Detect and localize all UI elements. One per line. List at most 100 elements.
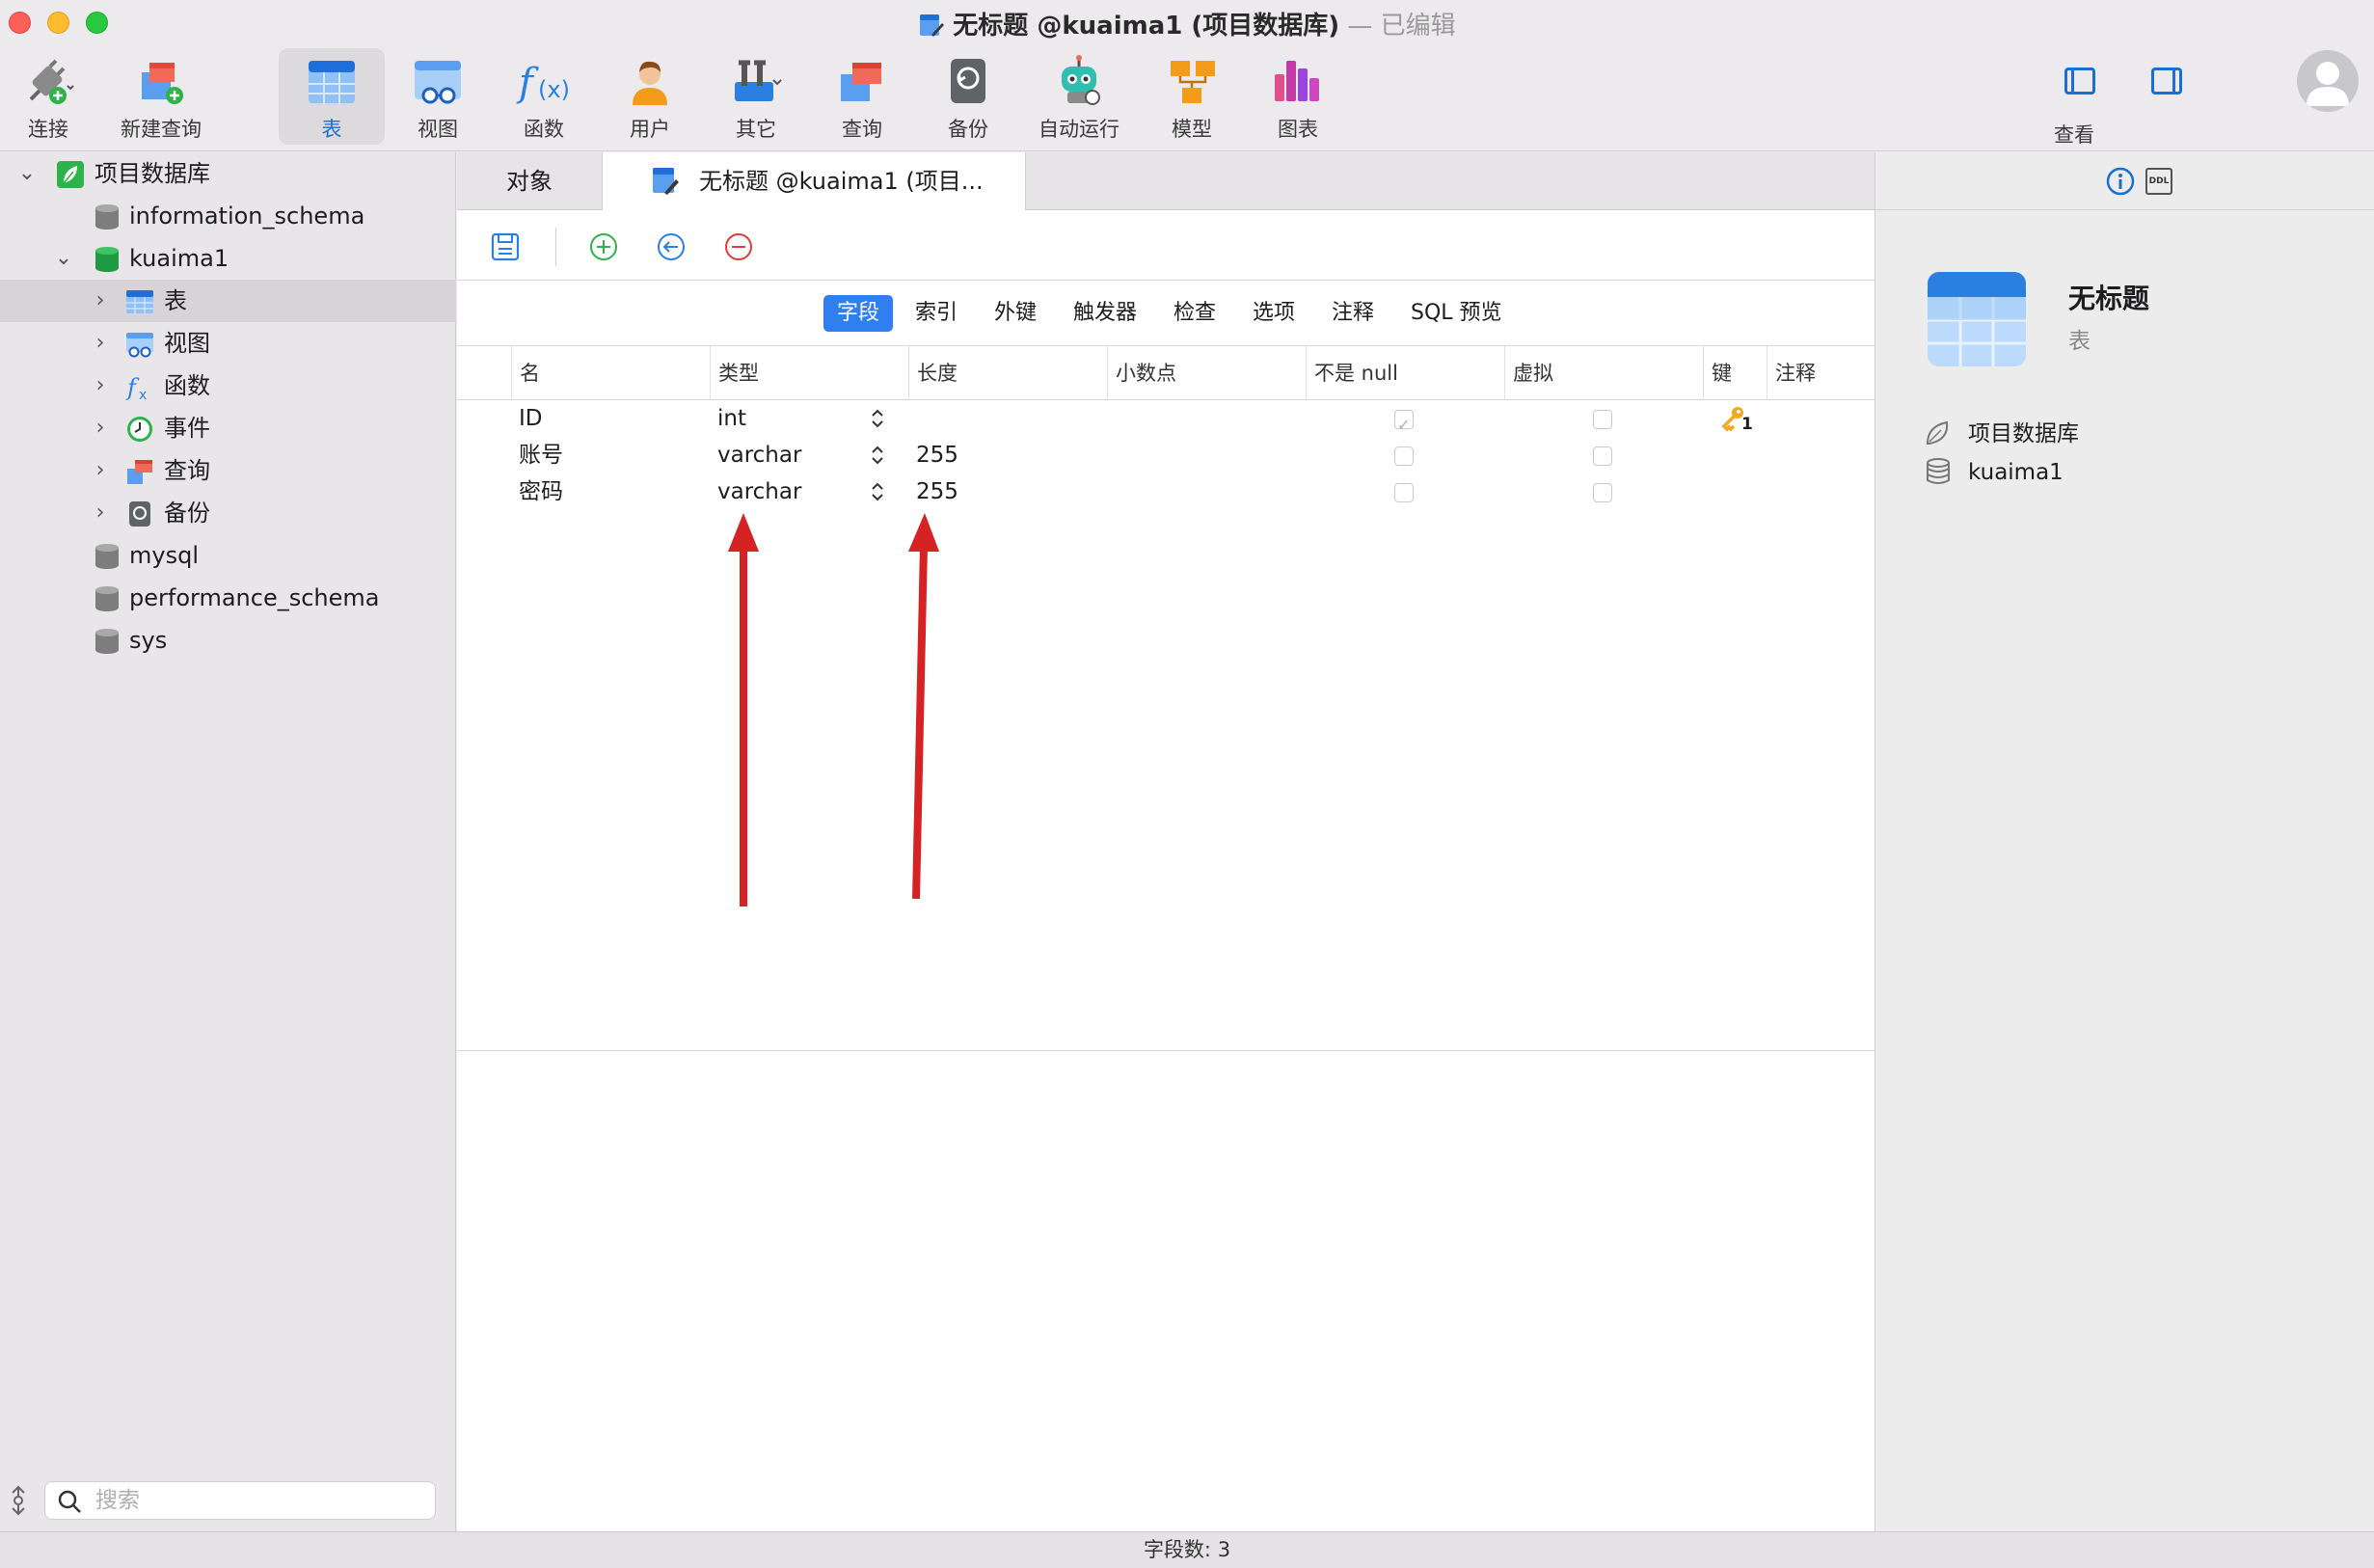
inspector-connection: 项目数据库 — [1924, 415, 2079, 447]
field-name[interactable]: ID — [519, 400, 543, 437]
chevron-right-icon[interactable]: › — [89, 280, 112, 322]
toolbar-other-button[interactable]: 其它 — [703, 48, 809, 145]
field-length[interactable]: 255 — [916, 473, 958, 510]
tab-untitled-table[interactable]: 无标题 @kuaima1 (项目... — [602, 152, 1026, 211]
toolbar-connect-button[interactable]: 连接 — [0, 48, 96, 145]
column-header-comment[interactable]: 注释 — [1767, 346, 1875, 400]
subtab-options[interactable]: 选项 — [1239, 295, 1308, 332]
column-header-key[interactable]: 键 — [1703, 346, 1767, 400]
tree-item-database[interactable]: information_schema — [0, 195, 456, 237]
virtual-checkbox[interactable] — [1593, 446, 1612, 466]
user-avatar[interactable] — [2297, 50, 2359, 112]
grid-divider — [457, 1050, 1875, 1051]
function-icon: f (x) — [516, 61, 570, 105]
not-null-checkbox[interactable] — [1394, 483, 1414, 502]
chevron-right-icon[interactable]: › — [89, 449, 112, 492]
add-field-icon[interactable] — [588, 231, 619, 262]
save-icon[interactable] — [490, 231, 521, 262]
search-input[interactable] — [95, 1486, 423, 1515]
tree-item-database[interactable]: mysql — [0, 534, 456, 577]
field-name[interactable]: 密码 — [519, 473, 563, 510]
chevron-right-icon[interactable]: › — [89, 407, 112, 449]
tree-item-label: kuaima1 — [129, 245, 229, 272]
ddl-icon[interactable]: DDL — [2145, 168, 2172, 195]
table-designer: 字段 索引 外键 触发器 检查 选项 注释 SQL 预览 名 类型 长度 小数点… — [457, 210, 1875, 1531]
tab-objects[interactable]: 对象 — [457, 152, 602, 210]
toolbar-chart-button[interactable]: 图表 — [1245, 48, 1351, 145]
inspector-object-type: 表 — [2068, 329, 2091, 354]
column-header-virtual[interactable]: 虚拟 — [1504, 346, 1703, 400]
backup-icon — [129, 501, 150, 527]
database-gray-icon — [95, 629, 119, 654]
toolbar-table-button[interactable]: 表 — [279, 48, 385, 145]
column-header-decimals[interactable]: 小数点 — [1107, 346, 1306, 400]
database-gray-icon — [95, 586, 119, 611]
type-stepper-icon[interactable] — [870, 441, 885, 470]
info-icon[interactable] — [2105, 166, 2136, 197]
toolbar-backup-button[interactable]: 备份 — [915, 48, 1021, 145]
tree-item-queries[interactable]: › 查询 — [0, 449, 456, 492]
tree-item-database-kuaima1[interactable]: ⌄ kuaima1 — [0, 237, 456, 280]
tab-title: 无标题 @kuaima1 (项目... — [699, 168, 984, 195]
virtual-checkbox[interactable] — [1593, 410, 1612, 429]
tree-item-label: mysql — [129, 542, 199, 569]
subtab-sql-preview[interactable]: SQL 预览 — [1397, 295, 1516, 332]
subtab-indexes[interactable]: 索引 — [902, 295, 971, 332]
sidebar-search[interactable] — [44, 1481, 436, 1520]
toolbar-view-button[interactable]: 视图 — [385, 48, 491, 145]
subtab-triggers[interactable]: 触发器 — [1060, 295, 1150, 332]
tree-item-backups[interactable]: › 备份 — [0, 492, 456, 534]
field-type[interactable]: varchar — [717, 437, 801, 473]
toolbar-query-button[interactable]: 查询 — [809, 48, 915, 145]
toolbar-chart-label: 图表 — [1278, 118, 1318, 141]
database-outline-icon — [1927, 458, 1950, 484]
column-header-length[interactable]: 长度 — [908, 346, 1107, 400]
field-row[interactable]: 账号 varchar 255 — [457, 437, 1875, 473]
subtab-checks[interactable]: 检查 — [1160, 295, 1229, 332]
field-length[interactable]: 255 — [916, 437, 958, 473]
chevron-right-icon[interactable]: › — [89, 492, 112, 534]
filter-options-icon[interactable] — [8, 1485, 29, 1516]
field-row[interactable]: ID int 1 — [457, 400, 1875, 444]
type-stepper-icon[interactable] — [870, 477, 885, 506]
chevron-right-icon[interactable]: › — [89, 322, 112, 365]
tree-item-events[interactable]: › 事件 — [0, 407, 456, 449]
virtual-checkbox[interactable] — [1593, 483, 1612, 502]
toolbar-new-query-button[interactable]: 新建查询 — [108, 48, 214, 145]
toolbar-backup-label: 备份 — [948, 118, 988, 141]
field-name[interactable]: 账号 — [519, 437, 563, 473]
column-header-type[interactable]: 类型 — [710, 346, 908, 400]
toolbar-automation-label: 自动运行 — [1039, 118, 1120, 141]
column-header-not-null[interactable]: 不是 null — [1306, 346, 1504, 400]
toolbar-model-button[interactable]: 模型 — [1139, 48, 1245, 145]
tree-item-database[interactable]: performance_schema — [0, 577, 456, 619]
tree-item-functions[interactable]: › f x 函数 — [0, 365, 456, 407]
toolbar-user-button[interactable]: 用户 — [597, 48, 703, 145]
tree-item-connection[interactable]: ⌄ 项目数据库 — [0, 152, 456, 195]
subtab-fields[interactable]: 字段 — [823, 295, 894, 332]
subtab-comment[interactable]: 注释 — [1318, 295, 1388, 332]
chevron-down-icon[interactable]: ⌄ — [52, 237, 75, 280]
toolbar-function-button[interactable]: f (x) 函数 — [491, 48, 597, 145]
insert-field-icon[interactable] — [656, 231, 687, 262]
tree-item-views[interactable]: › 视图 — [0, 322, 456, 365]
tree-item-tables[interactable]: › 表 — [0, 280, 456, 322]
field-type[interactable]: int — [717, 400, 746, 437]
chevron-down-icon[interactable]: ⌄ — [15, 152, 39, 195]
tree-item-database[interactable]: sys — [0, 619, 456, 662]
robot-icon — [1062, 55, 1100, 105]
inspector-connection-name: 项目数据库 — [1968, 421, 2079, 446]
tools-icon — [735, 60, 782, 101]
toggle-right-panel-button[interactable] — [2151, 68, 2182, 95]
not-null-checkbox[interactable] — [1394, 407, 1414, 444]
delete-field-icon[interactable] — [723, 231, 754, 262]
toggle-left-panel-button[interactable] — [2064, 68, 2095, 95]
type-stepper-icon[interactable] — [870, 404, 885, 433]
chevron-right-icon[interactable]: › — [89, 365, 112, 407]
not-null-checkbox[interactable] — [1394, 446, 1414, 466]
column-header-name[interactable]: 名 — [511, 346, 710, 400]
field-row[interactable]: 密码 varchar 255 — [457, 473, 1875, 510]
field-type[interactable]: varchar — [717, 473, 801, 510]
subtab-foreign-keys[interactable]: 外键 — [981, 295, 1050, 332]
toolbar-automation-button[interactable]: 自动运行 — [1026, 48, 1132, 145]
